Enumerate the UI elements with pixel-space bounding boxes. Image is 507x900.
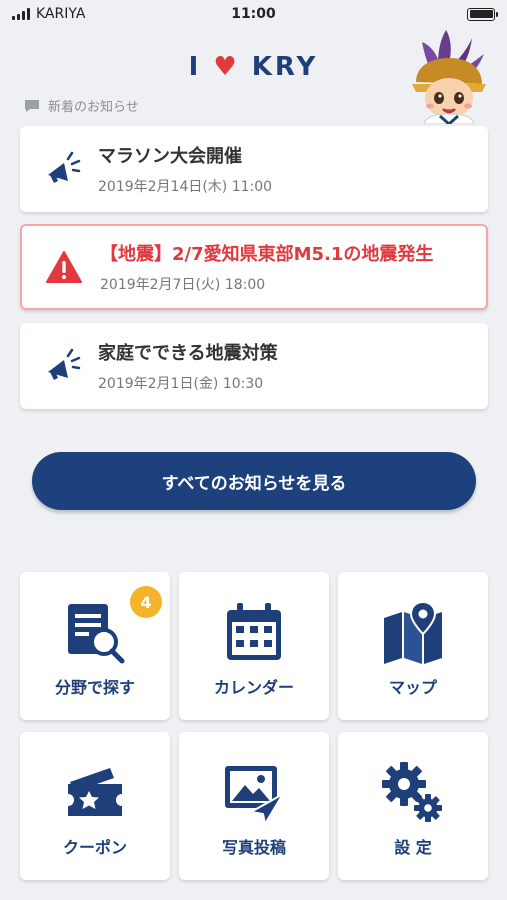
mascot-illustration bbox=[412, 30, 486, 124]
news-date: 2019年2月1日(金) 10:30 bbox=[98, 376, 264, 392]
calendar-icon bbox=[179, 600, 329, 666]
news-date: 2019年2月7日(火) 18:00 bbox=[100, 277, 266, 293]
tile-coupon[interactable]: クーポン bbox=[20, 732, 170, 880]
news-section-heading: 新着のお知らせ bbox=[24, 96, 139, 115]
news-title: 家庭でできる地震対策 bbox=[98, 343, 278, 364]
coupon-icon bbox=[20, 760, 170, 826]
map-icon bbox=[338, 600, 488, 666]
megaphone-icon bbox=[38, 342, 86, 390]
heart-icon: ♥ bbox=[213, 52, 240, 82]
tile-label: カレンダー bbox=[213, 678, 294, 697]
news-item-earthquake-prep[interactable]: 家庭でできる地震対策 2019年2月1日(金) 10:30 bbox=[20, 323, 488, 409]
signal-icon bbox=[12, 8, 30, 20]
tile-photo-post[interactable]: 写真投稿 bbox=[179, 732, 329, 880]
news-title: 【地震】2/7愛知県東部M5.1の地震発生 bbox=[100, 244, 434, 265]
carrier-info: KARIYA bbox=[12, 6, 85, 22]
carrier-name: KARIYA bbox=[36, 6, 86, 22]
battery-icon bbox=[467, 7, 498, 21]
tile-map[interactable]: マップ bbox=[338, 572, 488, 720]
warning-icon bbox=[40, 243, 88, 291]
tile-search-by-category[interactable]: 4 分野で探す bbox=[20, 572, 170, 720]
all-news-button[interactable]: すべてのお知らせを見る bbox=[32, 452, 476, 510]
news-title: マラソン大会開催 bbox=[98, 146, 242, 167]
megaphone-icon bbox=[38, 145, 86, 193]
news-item-marathon[interactable]: マラソン大会開催 2019年2月14日(木) 11:00 bbox=[20, 126, 488, 212]
tile-label: 設 定 bbox=[394, 838, 432, 857]
tile-settings[interactable]: 設 定 bbox=[338, 732, 488, 880]
news-date: 2019年2月14日(木) 11:00 bbox=[98, 179, 273, 195]
tile-label: クーポン bbox=[62, 838, 127, 857]
photo-post-icon bbox=[179, 760, 329, 826]
logo-right-text: KRY bbox=[251, 52, 319, 82]
gear-icon bbox=[338, 760, 488, 826]
tile-label: 写真投稿 bbox=[221, 838, 286, 857]
news-heading-text: 新着のお知らせ bbox=[48, 100, 139, 115]
tile-label: マップ bbox=[388, 678, 437, 697]
tile-calendar[interactable]: カレンダー bbox=[179, 572, 329, 720]
chat-bubble-icon bbox=[25, 99, 39, 112]
news-item-earthquake-alert[interactable]: 【地震】2/7愛知県東部M5.1の地震発生 2019年2月7日(火) 18:00 bbox=[20, 224, 488, 310]
notification-badge: 4 bbox=[130, 586, 162, 618]
logo-left-text: I bbox=[188, 52, 202, 82]
tile-label: 分野で探す bbox=[54, 678, 135, 697]
